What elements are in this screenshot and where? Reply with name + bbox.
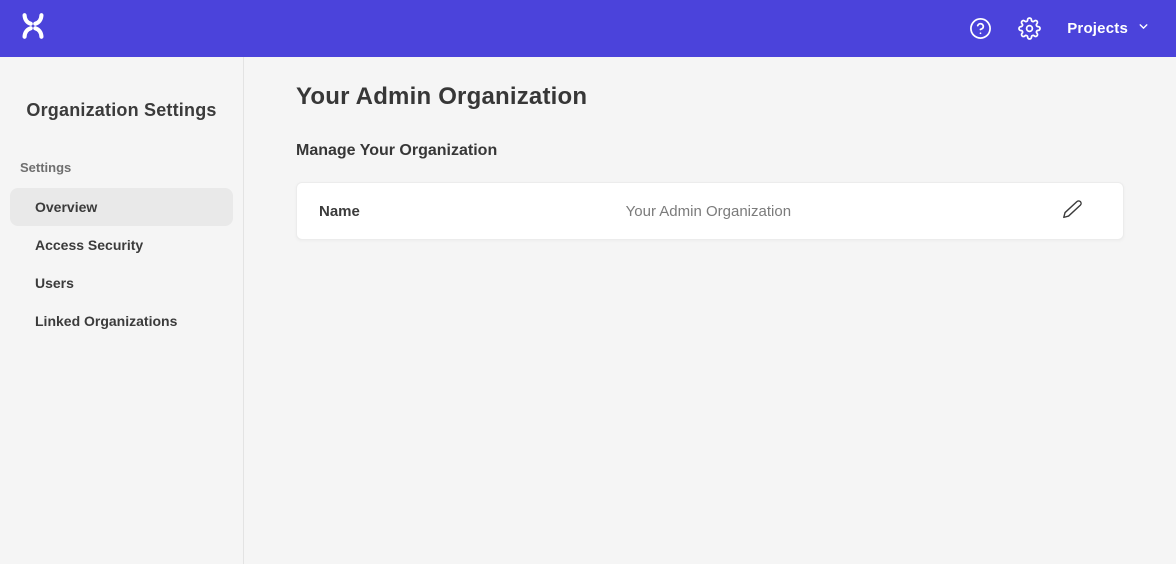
projects-dropdown[interactable]: Projects bbox=[1067, 20, 1150, 37]
sidebar-item-linked-organizations[interactable]: Linked Organizations bbox=[10, 302, 233, 340]
help-circle-icon bbox=[969, 17, 992, 40]
projects-dropdown-label: Projects bbox=[1067, 20, 1128, 37]
sidebar-nav: Overview Access Security Users Linked Or… bbox=[0, 188, 243, 340]
main-content: Your Admin Organization Manage Your Orga… bbox=[244, 57, 1176, 564]
help-button[interactable] bbox=[969, 17, 992, 40]
sidebar: Organization Settings Settings Overview … bbox=[0, 57, 244, 564]
sidebar-item-label: Users bbox=[35, 275, 74, 291]
topbar: Projects bbox=[0, 0, 1176, 57]
gear-icon bbox=[1018, 17, 1041, 40]
brand-x-logo-icon bbox=[18, 11, 48, 46]
edit-name-button[interactable] bbox=[1062, 199, 1083, 223]
sidebar-item-users[interactable]: Users bbox=[10, 264, 233, 302]
page-body: Organization Settings Settings Overview … bbox=[0, 57, 1176, 564]
name-field-label: Name bbox=[319, 203, 360, 220]
sidebar-item-label: Overview bbox=[35, 199, 97, 215]
sidebar-item-overview[interactable]: Overview bbox=[10, 188, 233, 226]
sidebar-section-label: Settings bbox=[20, 160, 243, 175]
manage-section-title: Manage Your Organization bbox=[296, 142, 1124, 160]
pencil-edit-icon bbox=[1062, 199, 1083, 223]
page-title: Your Admin Organization bbox=[296, 83, 1124, 111]
brand-logo[interactable] bbox=[18, 11, 48, 46]
sidebar-item-label: Access Security bbox=[35, 237, 143, 253]
settings-button[interactable] bbox=[1018, 17, 1041, 40]
sidebar-title: Organization Settings bbox=[0, 100, 243, 121]
sidebar-item-access-security[interactable]: Access Security bbox=[10, 226, 233, 264]
topbar-actions: Projects bbox=[969, 17, 1150, 40]
name-field-value: Your Admin Organization bbox=[626, 203, 791, 220]
organization-name-row: Name Your Admin Organization bbox=[296, 182, 1124, 240]
chevron-down-icon bbox=[1137, 20, 1150, 37]
sidebar-item-label: Linked Organizations bbox=[35, 313, 177, 329]
